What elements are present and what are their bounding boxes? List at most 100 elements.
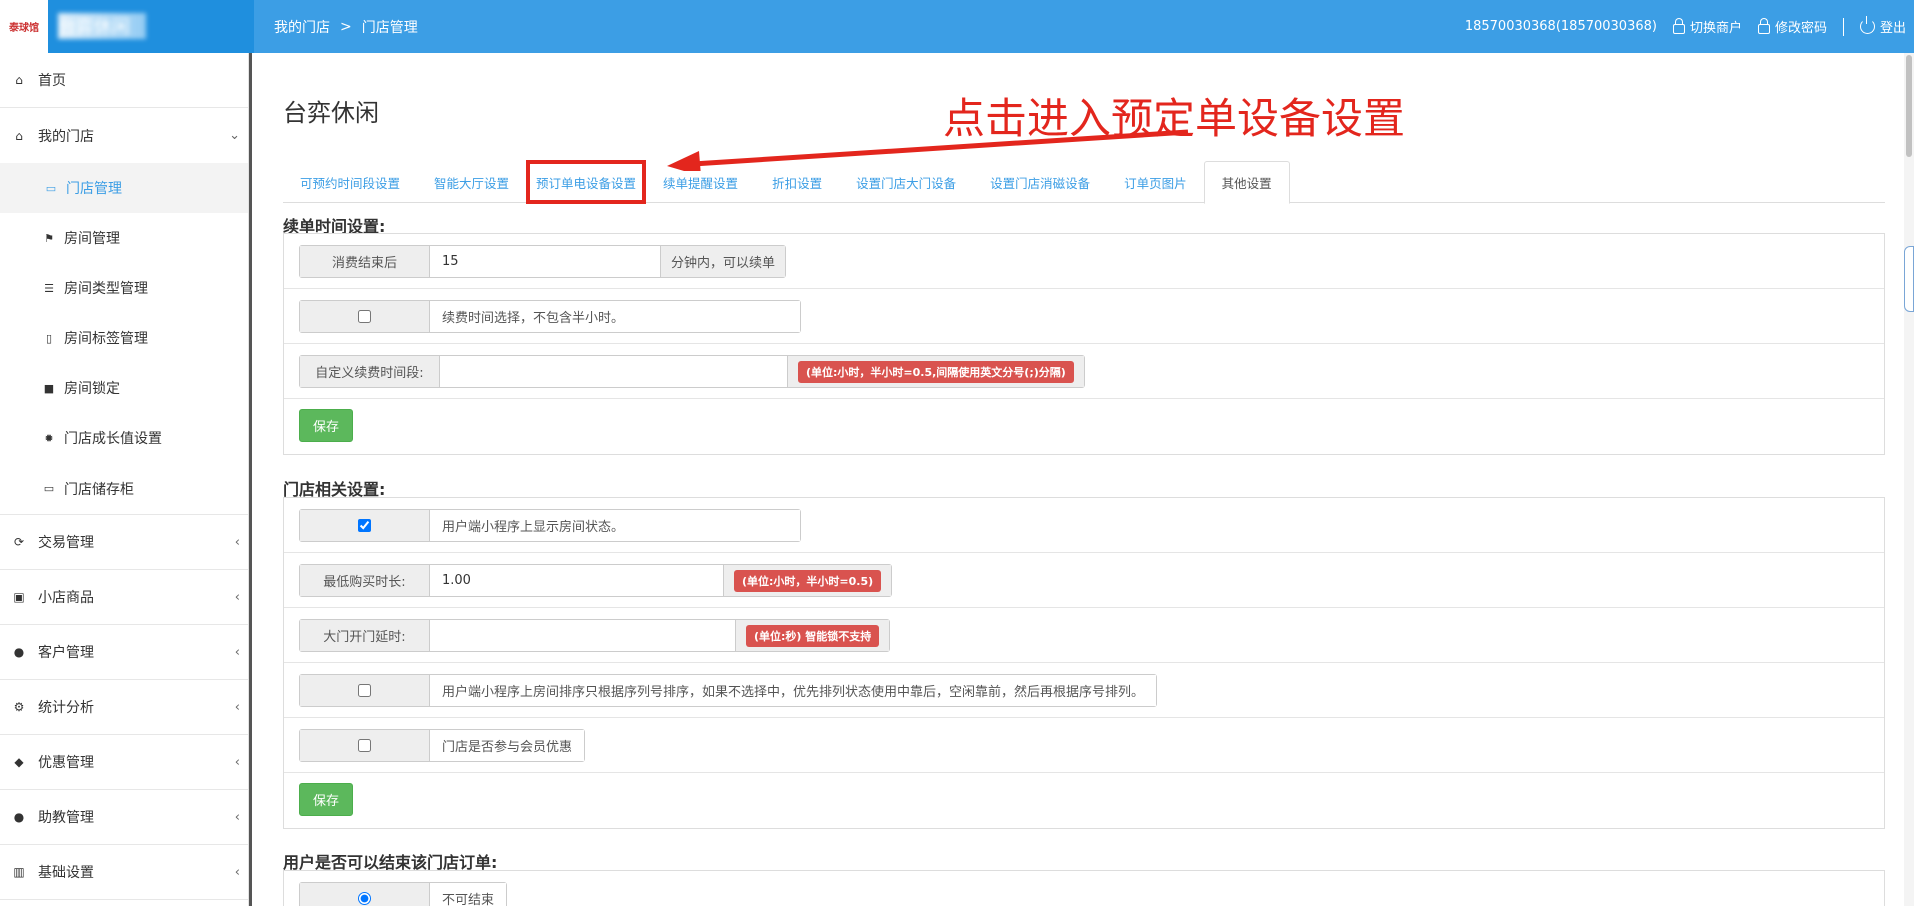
store-save-button[interactable]: 保存 xyxy=(299,783,353,816)
chevron-left-icon: ‹ xyxy=(234,754,240,770)
sidebar-item-shop-goods[interactable]: ▣ 小店商品 ‹ xyxy=(0,570,248,625)
chevron-left-icon: ‹ xyxy=(234,589,240,605)
chevron-left-icon: ‹ xyxy=(234,864,240,880)
settings-tabs: 可预约时间段设置 智能大厅设置 预订单电设备设置 续单提醒设置 折扣设置 设置门… xyxy=(283,160,1885,204)
tab-bookable-time[interactable]: 可预约时间段设置 xyxy=(283,161,417,203)
side-float-tab[interactable] xyxy=(1904,246,1914,312)
brand[interactable]: 泰球馆 台弈休闲 xyxy=(0,0,254,53)
min-buy-label: 最低购买时长: xyxy=(300,565,430,596)
sidebar-item-basic-settings[interactable]: ▥ 基础设置 ‹ xyxy=(0,845,248,900)
sidebar-item-label: 客户管理 xyxy=(38,645,94,661)
sidebar-item-assistants[interactable]: ● 助教管理 ‹ xyxy=(0,790,248,845)
chevron-left-icon: ‹ xyxy=(234,534,240,550)
sidebar-item-label: 基础设置 xyxy=(38,865,94,881)
finish-option-group: 不可结束 xyxy=(299,882,508,906)
member-checkbox-wrap xyxy=(300,730,430,761)
brand-logo: 泰球馆 xyxy=(0,0,48,53)
lock-icon xyxy=(1672,18,1685,34)
sidebar-item-label: 房间管理 xyxy=(64,231,120,247)
sidebar-item-statistics[interactable]: ⚙ 统计分析 ‹ xyxy=(0,680,248,735)
list-icon: ☰ xyxy=(44,281,54,295)
logout-button[interactable]: 登出 xyxy=(1859,16,1906,36)
change-password-button[interactable]: 修改密码 xyxy=(1757,17,1827,36)
tab-discount[interactable]: 折扣设置 xyxy=(755,161,839,203)
tab-order-image[interactable]: 订单页图片 xyxy=(1107,161,1204,203)
min-buy-input[interactable] xyxy=(430,565,723,596)
inbox-icon: ▭ xyxy=(43,482,55,495)
sidebar-item-room-lock[interactable]: ■ 房间锁定 xyxy=(0,363,248,413)
finish-radio[interactable] xyxy=(358,892,371,905)
sidebar-item-label: 助教管理 xyxy=(38,810,94,826)
header-actions: 18570030368(18570030368) 切换商户 修改密码 登出 xyxy=(1465,0,1906,53)
sort-row: 用户端小程序上房间排序只根据序列号排序，如果不选择中，优先排列状态使用中靠后，空… xyxy=(284,663,1884,718)
page-scrollbar-thumb[interactable] xyxy=(1906,55,1912,157)
tab-smart-hall[interactable]: 智能大厅设置 xyxy=(417,161,526,203)
breadcrumb-separator: > xyxy=(340,18,352,35)
custom-period-input[interactable] xyxy=(440,356,787,387)
sidebar-item-room-type-management[interactable]: ☰ 房间类型管理 xyxy=(0,263,248,313)
page-scrollbar[interactable] xyxy=(1904,53,1914,906)
renew-after-group: 消费结束后 分钟内，可以续单 xyxy=(299,245,787,278)
sidebar-item-label: 门店储存柜 xyxy=(64,481,134,498)
sidebar-item-room-management[interactable]: ⚑ 房间管理 xyxy=(0,213,248,263)
sidebar-item-transactions[interactable]: ⟳ 交易管理 ‹ xyxy=(0,515,248,570)
sidebar-item-storage-locker[interactable]: ▭ 门店储存柜 xyxy=(0,463,248,515)
custom-period-hint: (单位:小时，半小时=0.5,间隔使用英文分号(;)分隔) xyxy=(798,360,1074,383)
tab-renew-reminder[interactable]: 续单提醒设置 xyxy=(646,161,755,203)
page-title: 台弈休闲 xyxy=(283,99,379,127)
breadcrumb-my-store[interactable]: 我的门店 xyxy=(274,17,330,37)
sidebar-item-label: 小店商品 xyxy=(38,590,94,606)
breadcrumb-store-management[interactable]: 门店管理 xyxy=(362,17,418,37)
header-divider xyxy=(1842,17,1844,36)
renew-save-button[interactable]: 保存 xyxy=(299,409,353,442)
user-account: 18570030368(18570030368) xyxy=(1464,19,1657,34)
sidebar-item-discounts[interactable]: ◆ 优惠管理 ‹ xyxy=(0,735,248,790)
show-status-checkbox[interactable] xyxy=(358,519,371,532)
door-delay-input[interactable] xyxy=(430,620,735,651)
half-hour-checkbox[interactable] xyxy=(358,310,371,323)
user-icon: ● xyxy=(13,645,25,659)
sidebar-item-growth-settings[interactable]: ✹ 门店成长值设置 xyxy=(0,413,248,463)
tab-booking-device[interactable]: 预订单电设备设置 xyxy=(526,160,647,204)
tab-other-settings[interactable]: 其他设置 xyxy=(1203,161,1290,204)
sidebar-item-my-store[interactable]: ⌂ 我的门店 ⌄ xyxy=(0,108,248,163)
sidebar-scrollbar[interactable] xyxy=(249,53,252,906)
half-hour-checkbox-wrap xyxy=(300,301,430,332)
sidebar-item-home[interactable]: ⌂ 首页 xyxy=(0,53,248,108)
sidebar-item-label: 我的门店 xyxy=(38,128,94,145)
sort-checkbox[interactable] xyxy=(358,684,371,697)
door-delay-hint-wrap: (单位:秒) 智能锁不支持 xyxy=(735,620,890,651)
sidebar-item-room-tag-management[interactable]: ▯ 房间标签管理 xyxy=(0,313,248,363)
sidebar-item-label: 房间类型管理 xyxy=(64,281,148,297)
sort-group: 用户端小程序上房间排序只根据序列号排序，如果不选择中，优先排列状态使用中靠后，空… xyxy=(299,674,1158,707)
renew-save-row: 保存 xyxy=(284,399,1884,454)
tab-degauss-device[interactable]: 设置门店消磁设备 xyxy=(973,161,1107,203)
lock-icon: ■ xyxy=(43,381,55,395)
change-password-label: 修改密码 xyxy=(1774,21,1827,36)
renew-after-input[interactable] xyxy=(430,246,660,277)
finish-option-row: 不可结束 xyxy=(284,871,1884,906)
sidebar-item-store-management[interactable]: ▭ 门店管理 xyxy=(0,163,248,213)
renew-panel: 消费结束后 分钟内，可以续单 续费时间选择，不包含半小时。 自定义续费时间段: … xyxy=(283,233,1885,455)
home-icon: ⌂ xyxy=(15,128,23,143)
tags-icon: ◆ xyxy=(14,755,24,769)
min-buy-hint: (单位:小时，半小时=0.5) xyxy=(734,569,882,592)
inbox-icon: ▭ xyxy=(45,181,57,195)
switch-merchant-label: 切换商户 xyxy=(1689,21,1742,36)
renew-after-suffix: 分钟内，可以续单 xyxy=(660,246,786,277)
lock-icon xyxy=(1757,18,1770,34)
sidebar-item-customers[interactable]: ● 客户管理 ‹ xyxy=(0,625,248,680)
member-row: 门店是否参与会员优惠 xyxy=(284,718,1884,773)
finish-option-label: 不可结束 xyxy=(430,883,507,906)
brand-name: 台弈休闲 xyxy=(58,13,146,39)
sidebar-item-label: 统计分析 xyxy=(38,700,94,716)
tab-door-device[interactable]: 设置门店大门设备 xyxy=(839,161,973,203)
sidebar-item-label: 房间标签管理 xyxy=(64,331,148,347)
finish-radio-wrap xyxy=(300,883,430,906)
sidebar-item-label: 房间锁定 xyxy=(64,381,120,397)
switch-merchant-button[interactable]: 切换商户 xyxy=(1672,17,1742,36)
member-checkbox[interactable] xyxy=(358,739,371,752)
renew-after-label: 消费结束后 xyxy=(300,246,430,277)
certificate-icon: ✹ xyxy=(44,431,54,445)
sidebar-item-label: 首页 xyxy=(38,73,66,89)
